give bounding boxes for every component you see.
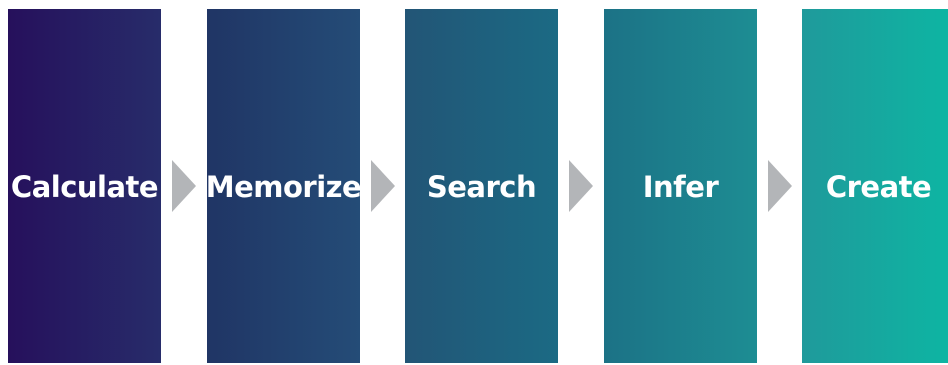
step-calculate: Calculate (8, 9, 161, 363)
chevron-right-icon (768, 160, 792, 212)
step-label-create: Create (825, 170, 932, 204)
step-label-infer: Infer (642, 170, 719, 204)
chevron-right-icon (172, 160, 196, 212)
chevron-right-icon (371, 160, 395, 212)
process-flow-diagram: Calculate Memorize Search Infer Create (0, 0, 948, 365)
step-infer: Infer (604, 9, 757, 363)
step-label-search: Search (426, 170, 537, 204)
step-label-memorize: Memorize (205, 170, 362, 204)
step-create: Create (802, 9, 948, 363)
step-label-calculate: Calculate (10, 170, 159, 204)
step-search: Search (405, 9, 558, 363)
step-memorize: Memorize (205, 9, 362, 363)
chevron-right-icon (569, 160, 593, 212)
